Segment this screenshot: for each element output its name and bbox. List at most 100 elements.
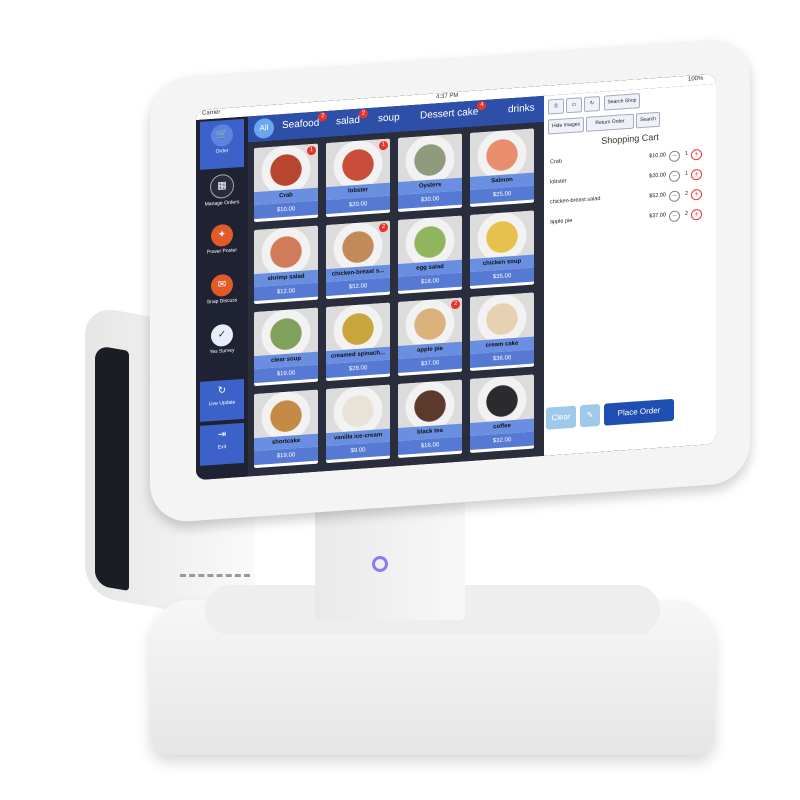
tab-seafood[interactable]: Seafood 2 — [282, 112, 328, 132]
menu-item-tile[interactable]: cream cake $36.00 — [470, 292, 534, 372]
cart-item-name: apple pie — [550, 217, 573, 226]
tab-label: salad — [336, 114, 360, 128]
place-order-button[interactable]: Place Order — [604, 398, 674, 426]
hide-images-button[interactable]: Hide Images — [548, 117, 584, 135]
menu-item-tile[interactable]: egg salad $18.00 — [398, 215, 462, 295]
print-icon[interactable]: ⎙ — [548, 98, 564, 115]
cart-item-name: chicken-breast salad — [550, 195, 601, 206]
touch-screen: Carrier 4:37 PM 100% 🛒 Order ▦ Manage Or… — [196, 73, 716, 481]
sidebar: 🛒 Order ▦ Manage Orders ✦ Power Poster ✉… — [196, 116, 248, 481]
menu-item-tile[interactable]: lobster $20.00 1 — [326, 138, 390, 218]
menu-item-tile[interactable]: chicken soup $35.00 — [470, 210, 534, 290]
plus-icon[interactable]: + — [691, 148, 702, 161]
minus-icon[interactable]: − — [669, 210, 680, 223]
tab-label: soup — [378, 111, 400, 125]
clear-button[interactable]: Clear — [546, 405, 576, 430]
return-order-button[interactable]: Return Order — [586, 113, 634, 132]
cart-item-qty: 2 — [684, 210, 688, 217]
item-price: $37.00 — [398, 354, 462, 374]
count-badge: 2 — [358, 109, 368, 119]
exit-icon: ⇥ — [217, 429, 227, 441]
sidebar-item-yes-survey[interactable]: ✓ Yes Survey — [200, 319, 244, 370]
plus-icon[interactable]: + — [691, 208, 702, 221]
item-price: $12.00 — [254, 282, 318, 302]
cart-icon: 🛒 — [211, 123, 233, 148]
food-photo — [254, 307, 318, 357]
survey-icon: ✓ — [211, 323, 233, 348]
item-price: $16.00 — [398, 436, 462, 456]
sidebar-item-snap-discuss[interactable]: ✉ Snap Discuss — [200, 269, 244, 320]
menu-item-tile[interactable]: Crab $10.00 1 — [254, 143, 318, 223]
count-badge: 2 — [318, 112, 328, 122]
update-icon: ↻ — [217, 385, 227, 397]
menu-item-tile[interactable]: shrimp salad $12.00 — [254, 225, 318, 305]
count-badge: 4 — [477, 100, 487, 111]
food-photo — [326, 302, 390, 352]
vent-slots — [180, 574, 250, 583]
menu-item-tile[interactable]: black tea $16.00 — [398, 379, 462, 459]
grid-icon: ▦ — [210, 173, 234, 200]
sidebar-item-label: Power Poster — [206, 247, 237, 256]
food-photo — [470, 292, 534, 342]
sidebar-item-exit[interactable]: ⇥ Exit — [200, 422, 244, 466]
item-price: $30.00 — [398, 190, 462, 210]
menu-item-tile[interactable]: coffee $32.00 — [470, 374, 534, 454]
poster-icon: ✦ — [211, 223, 233, 248]
item-price: $36.00 — [470, 349, 534, 369]
food-photo — [470, 128, 534, 178]
item-price: $20.00 — [326, 195, 390, 215]
item-price: $19.00 — [254, 446, 318, 466]
cart-item-price: $10.00 — [649, 152, 666, 160]
menu-item-tile[interactable]: shortcake $19.00 — [254, 389, 318, 469]
minus-icon[interactable]: − — [669, 170, 680, 183]
cart-item-qty: 1 — [684, 170, 688, 177]
customer-display-screen — [95, 345, 129, 591]
power-button[interactable] — [372, 556, 388, 572]
sidebar-item-power-poster[interactable]: ✦ Power Poster — [200, 219, 244, 270]
tab-all[interactable]: All — [254, 117, 274, 140]
item-price: $25.00 — [470, 185, 534, 205]
refresh-icon[interactable]: ↻ — [584, 95, 600, 113]
menu-item-tile[interactable]: chicken-breast s... $52.00 2 — [326, 220, 390, 300]
sidebar-item-label: Yes Survey — [209, 347, 235, 356]
tab-salad[interactable]: salad 2 — [336, 109, 368, 128]
food-photo — [398, 133, 462, 183]
minus-icon[interactable]: − — [669, 150, 680, 163]
plus-icon[interactable]: + — [691, 168, 702, 181]
menu-item-tile[interactable]: Oysters $30.00 — [398, 133, 462, 213]
menu-item-tile[interactable]: apple pie $37.00 2 — [398, 297, 462, 377]
tab-drinks[interactable]: drinks — [508, 102, 535, 115]
search-button[interactable]: Search — [636, 111, 660, 129]
menu-item-tile[interactable]: Salmon $25.00 — [470, 128, 534, 208]
menu-item-tile[interactable]: vanilla ice-cream $9.00 — [326, 384, 390, 464]
tab-label: Dessert cake — [420, 106, 479, 122]
cart-item-name: Crab — [550, 158, 562, 166]
cart-item-price: $52.00 — [649, 192, 666, 200]
tab-dessert-cake[interactable]: Dessert cake 4 — [420, 100, 487, 122]
food-photo — [398, 379, 462, 429]
pos-terminal-photo: Carrier 4:37 PM 100% 🛒 Order ▦ Manage Or… — [0, 0, 800, 800]
tab-label: drinks — [508, 102, 535, 116]
cart-item-price: $20.00 — [649, 172, 666, 180]
edit-icon[interactable]: ✎ — [580, 403, 600, 428]
cart-item-price: $37.00 — [649, 212, 666, 220]
menu-item-tile[interactable]: creamed spinach... $28.00 — [326, 302, 390, 382]
menu-item-tile[interactable]: clear soup $19.00 — [254, 307, 318, 387]
cart-item-name: lobster — [550, 178, 567, 186]
plus-icon[interactable]: + — [691, 188, 702, 201]
sidebar-item-label: Snap Discuss — [206, 297, 238, 306]
sidebar-item-label: Live Update — [208, 399, 236, 408]
tab-soup[interactable]: soup — [378, 112, 400, 125]
tab-label: Seafood — [282, 117, 320, 132]
item-price: $32.00 — [470, 431, 534, 451]
sidebar-item-order[interactable]: 🛒 Order — [200, 118, 244, 170]
sidebar-item-manage-orders[interactable]: ▦ Manage Orders — [200, 169, 244, 220]
sidebar-item-live-update[interactable]: ↻ Live Update — [200, 378, 244, 422]
minus-icon[interactable]: − — [669, 190, 680, 203]
food-photo — [254, 225, 318, 275]
search-shop-button[interactable]: Search Shop — [604, 93, 640, 111]
item-price: $35.00 — [470, 267, 534, 287]
document-icon[interactable]: ▭ — [566, 97, 582, 114]
carrier-text: Carrier — [202, 109, 221, 117]
item-price: $18.00 — [398, 272, 462, 292]
